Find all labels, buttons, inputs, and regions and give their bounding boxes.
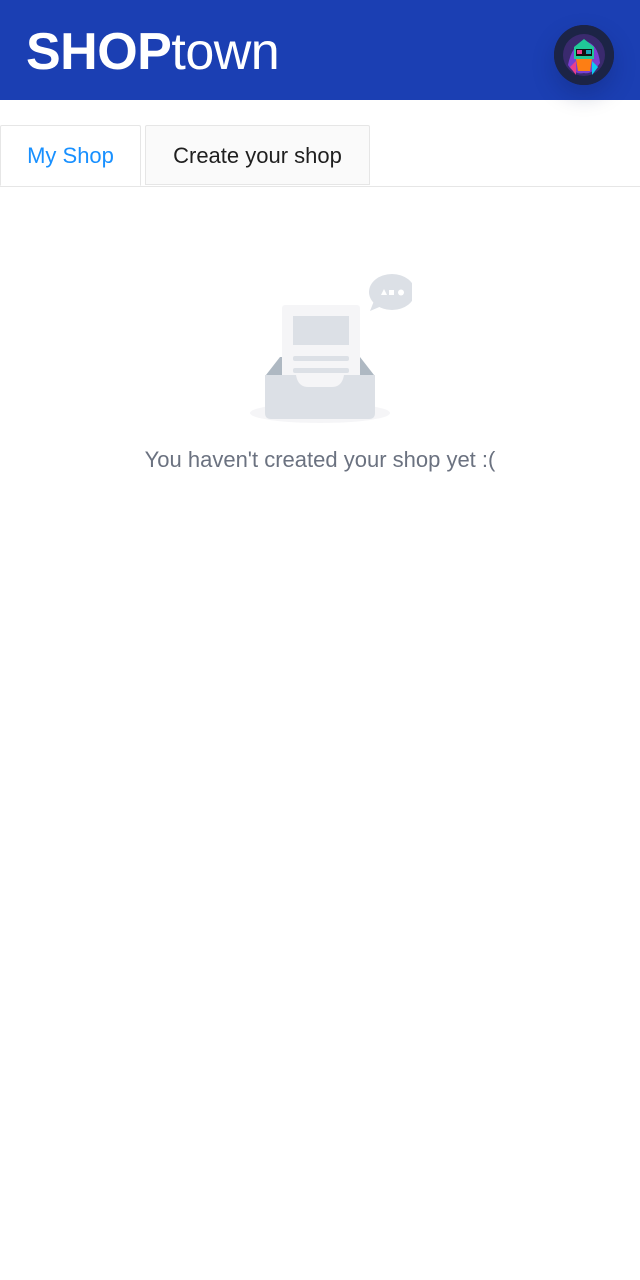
empty-inbox-icon [250,274,412,423]
user-avatar[interactable] [554,25,614,85]
empty-state: You haven't created your shop yet :( [0,265,640,473]
top-bar: SHOPtown [0,0,640,100]
tab-bar: My Shop Create your shop [0,125,640,187]
brand-light: town [171,23,280,81]
avatar-icon [554,25,614,85]
brand-logo[interactable]: SHOPtown [26,22,280,82]
brand-bold: SHOP [26,23,172,81]
tab-my-shop[interactable]: My Shop [0,125,141,186]
empty-state-message: You haven't created your shop yet :( [144,447,496,472]
tab-create-your-shop[interactable]: Create your shop [145,125,370,185]
